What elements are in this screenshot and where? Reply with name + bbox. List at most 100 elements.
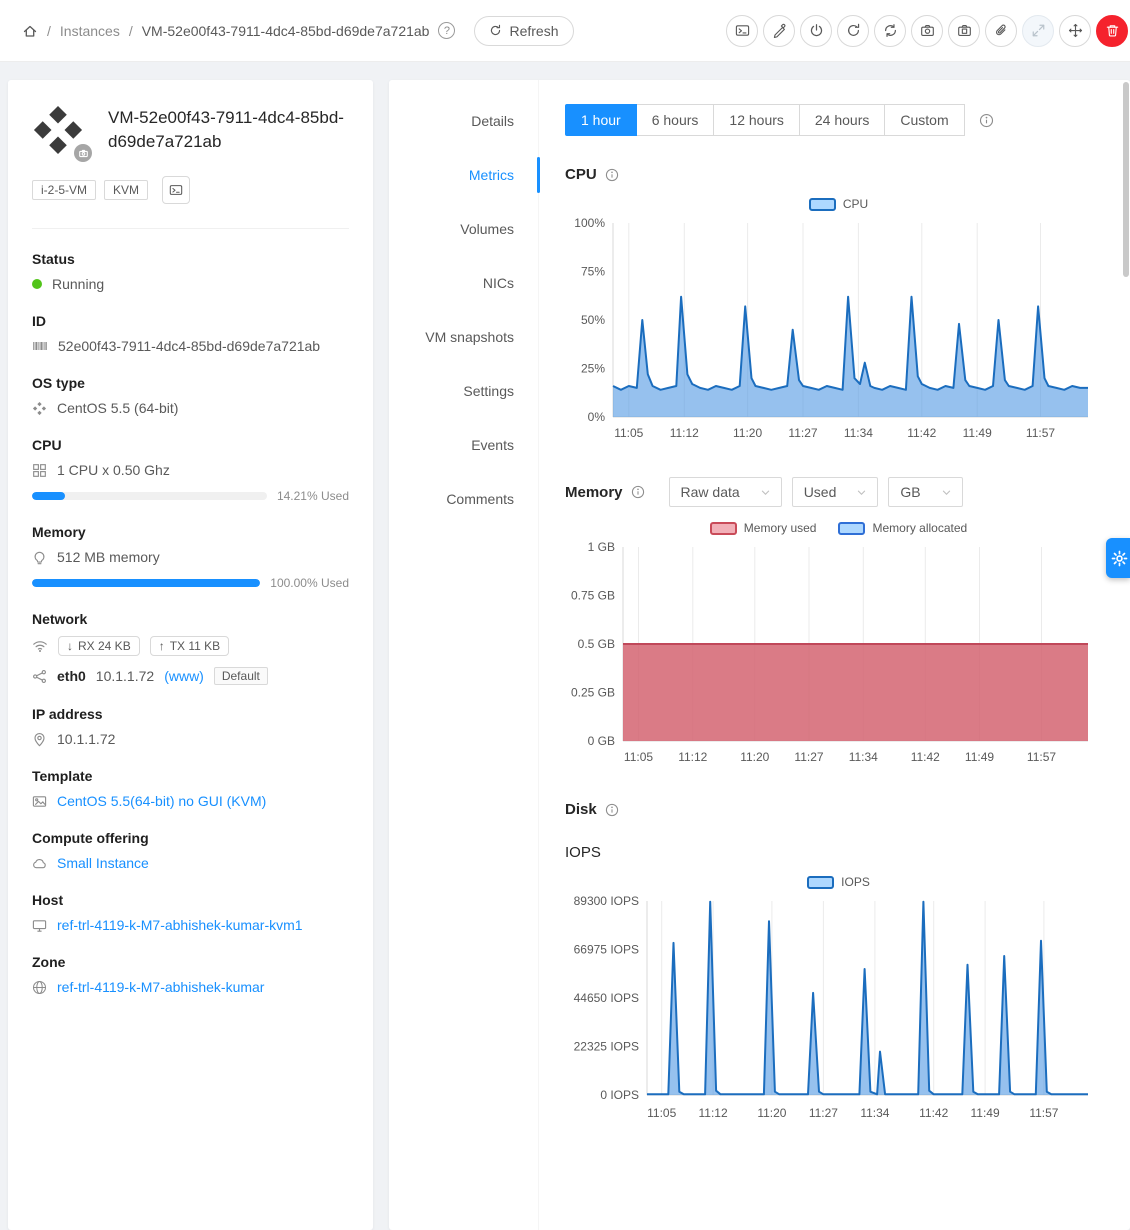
iops-chart: IOPS 11:0511:1211:2011:2711:3411:4211:49…: [565, 875, 1112, 1127]
svg-text:11:05: 11:05: [614, 426, 643, 440]
range-custom[interactable]: Custom: [884, 104, 964, 136]
nic-name: eth0: [57, 668, 86, 684]
unit-select[interactable]: GB: [888, 477, 962, 507]
rx-button[interactable]: ↓RX 24 KB: [58, 636, 140, 656]
svg-text:1 GB: 1 GB: [588, 540, 615, 554]
metric-select[interactable]: Used: [792, 477, 879, 507]
tab-events[interactable]: Events: [389, 418, 538, 472]
legend-label: Memory used: [744, 521, 817, 535]
field-id: ID 52e00f43-7911-4dc4-85bd-d69de7a721ab: [32, 313, 349, 354]
reboot-icon: [846, 23, 861, 38]
cpu-chart-canvas: 11:0511:1211:2011:2711:3411:4211:4911:57…: [565, 215, 1100, 447]
field-os-type: OS type CentOS 5.5 (64-bit): [32, 375, 349, 416]
legend-swatch: [838, 522, 865, 535]
svg-text:11:27: 11:27: [794, 750, 823, 764]
tab-details[interactable]: Details: [389, 94, 538, 148]
cpu-heading-label: CPU: [565, 166, 597, 183]
range-24-hours[interactable]: 24 hours: [799, 104, 885, 136]
memory-icon: [32, 550, 47, 565]
info-icon[interactable]: [631, 485, 645, 499]
console-button[interactable]: [726, 15, 758, 47]
legend-item[interactable]: Memory used: [710, 521, 817, 535]
migrate-button[interactable]: [1059, 15, 1091, 47]
stop-button[interactable]: [800, 15, 832, 47]
svg-text:50%: 50%: [581, 313, 605, 327]
legend-label: IOPS: [841, 875, 870, 889]
offering-link[interactable]: Small Instance: [57, 855, 149, 871]
reboot-button[interactable]: [837, 15, 869, 47]
action-toolbar: [721, 15, 1128, 47]
os-type-value: CentOS 5.5 (64-bit): [57, 400, 178, 416]
tab-volumes[interactable]: Volumes: [389, 202, 538, 256]
cpu-used-label: 14.21% Used: [277, 489, 349, 503]
tx-button[interactable]: ↑TX 11 KB: [150, 636, 229, 656]
legend-label: CPU: [843, 197, 868, 211]
tab-metrics[interactable]: Metrics: [389, 148, 538, 202]
range-6-hours[interactable]: 6 hours: [636, 104, 715, 136]
reinstall-icon: [883, 23, 898, 38]
host-link[interactable]: ref-trl-4119-k-M7-abhishek-kumar-kvm1: [57, 917, 303, 933]
template-link[interactable]: CentOS 5.5(64-bit) no GUI (KVM): [57, 793, 266, 809]
tab-nics[interactable]: NICs: [389, 256, 538, 310]
legend-item[interactable]: Memory allocated: [838, 521, 967, 535]
legend-item[interactable]: CPU: [809, 197, 868, 211]
range-12-hours[interactable]: 12 hours: [713, 104, 799, 136]
tab-comments[interactable]: Comments: [389, 472, 538, 526]
status-dot-icon: [32, 279, 42, 289]
field-memory: Memory 512 MB memory 100.00% Used: [32, 524, 349, 590]
legend-swatch: [807, 876, 834, 889]
field-status: Status Running: [32, 251, 349, 292]
svg-text:11:20: 11:20: [733, 426, 762, 440]
zone-link[interactable]: ref-trl-4119-k-M7-abhishek-kumar: [57, 979, 264, 995]
scrollbar-thumb[interactable]: [1123, 82, 1129, 277]
info-icon[interactable]: [979, 113, 994, 128]
cpu-value: 1 CPU x 0.50 Ghz: [57, 462, 170, 478]
home-icon[interactable]: [22, 23, 38, 39]
nic-ip: 10.1.1.72: [96, 668, 154, 684]
svg-text:22325 IOPS: 22325 IOPS: [574, 1040, 639, 1054]
svg-text:11:05: 11:05: [647, 1106, 676, 1120]
refresh-button[interactable]: Refresh: [474, 16, 573, 46]
svg-text:0.75 GB: 0.75 GB: [571, 589, 615, 603]
host-icon: [32, 918, 47, 933]
field-label: Status: [32, 251, 349, 267]
attach-iso-button[interactable]: [985, 15, 1017, 47]
scale-icon: [1031, 23, 1046, 38]
legend-swatch: [809, 198, 836, 211]
network-link[interactable]: (www): [164, 668, 204, 684]
legend-item[interactable]: IOPS: [807, 875, 870, 889]
tab-settings[interactable]: Settings: [389, 364, 538, 418]
tag-row: i-2-5-VM KVM: [32, 176, 349, 204]
memory-chart: Memory usedMemory allocated 11:0511:1211…: [565, 521, 1112, 771]
volume-snapshot-button[interactable]: [948, 15, 980, 47]
power-icon: [809, 23, 824, 38]
tab-vm-snapshots[interactable]: VM snapshots: [389, 310, 538, 364]
disk-section-heading: Disk: [565, 801, 1112, 818]
memory-heading-label: Memory: [565, 484, 623, 501]
os-logo: [32, 104, 84, 156]
svg-text:0.5 GB: 0.5 GB: [578, 637, 615, 651]
legend-label: Memory allocated: [872, 521, 967, 535]
open-console-button[interactable]: [162, 176, 190, 204]
field-label: Network: [32, 611, 349, 627]
chevron-down-icon: [941, 487, 952, 498]
breadcrumb-instances[interactable]: Instances: [60, 23, 120, 39]
arrow-up-icon: ↑: [159, 639, 165, 653]
help-icon[interactable]: ?: [438, 22, 455, 39]
nic-icon: [32, 669, 47, 684]
snapshot-button[interactable]: [911, 15, 943, 47]
change-icon-button[interactable]: [74, 144, 92, 162]
info-icon[interactable]: [605, 168, 619, 182]
info-icon[interactable]: [605, 803, 619, 817]
cpu-progress-bar: [32, 492, 267, 500]
disk-heading-label: Disk: [565, 801, 597, 818]
range-1-hour[interactable]: 1 hour: [565, 104, 637, 136]
scrollbar: [1122, 0, 1130, 1085]
edit-button[interactable]: [763, 15, 795, 47]
field-label: IP address: [32, 706, 349, 722]
aggregation-select[interactable]: Raw data: [669, 477, 782, 507]
memory-progress-bar: [32, 579, 260, 587]
svg-text:11:49: 11:49: [963, 426, 992, 440]
svg-text:89300 IOPS: 89300 IOPS: [574, 894, 639, 908]
reinstall-button[interactable]: [874, 15, 906, 47]
